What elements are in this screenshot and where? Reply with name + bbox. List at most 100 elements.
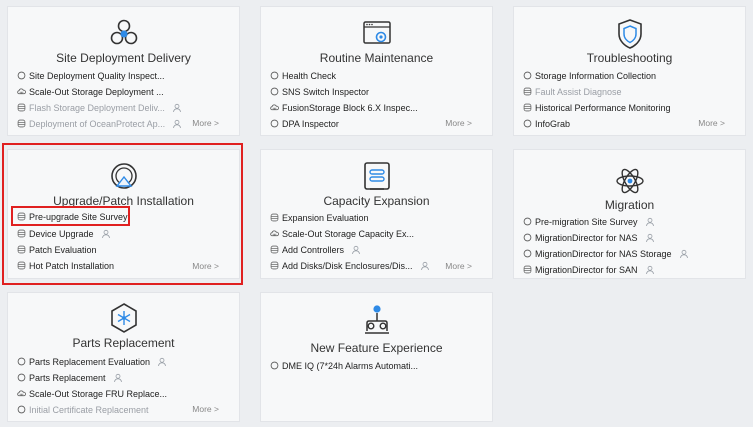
item-label: SNS Switch Inspector: [282, 86, 370, 97]
atom-icon: [613, 164, 647, 198]
item-label: Scale-Out Storage FRU Replace...: [29, 388, 168, 399]
item-label: Parts Replacement: [29, 372, 106, 383]
list-item-migrationdirector-san[interactable]: MigrationDirector for SAN: [523, 262, 655, 277]
list-item-historical-performance[interactable]: Historical Performance Monitoring: [523, 100, 671, 115]
person-icon: [172, 103, 182, 113]
person-icon: [172, 119, 182, 129]
item-label: MigrationDirector for NAS: [535, 232, 638, 243]
list-item-dme-iq[interactable]: DME IQ (7*24h Alarms Automati...: [270, 358, 418, 373]
item-label: MigrationDirector for SAN: [535, 264, 638, 275]
shield-icon: [613, 17, 647, 51]
item-label: Flash Storage Deployment Deliv...: [29, 102, 165, 113]
cloud-icon: [270, 229, 279, 238]
card-migration[interactable]: Migration Pre-migration Site Survey Migr…: [513, 149, 746, 279]
card-site-deployment-delivery[interactable]: Site Deployment Delivery Site Deployment…: [7, 6, 240, 136]
list-item-fault-assist-diagnose[interactable]: Fault Assist Diagnose: [523, 84, 622, 99]
list-item-oceanprotect-deployment[interactable]: Deployment of OceanProtect Ap...: [17, 116, 182, 131]
disk-icon: [17, 103, 26, 112]
cloud-icon: [17, 389, 26, 398]
list-item-storage-info-collection[interactable]: Storage Information Collection: [523, 68, 656, 83]
list-item-migrationdirector-nas[interactable]: MigrationDirector for NAS: [523, 230, 655, 245]
person-icon: [113, 373, 123, 383]
more-link[interactable]: More >: [445, 261, 472, 271]
list-item-health-check[interactable]: Health Check: [270, 68, 336, 83]
item-label: Health Check: [282, 70, 337, 81]
circle-icon: [523, 217, 532, 226]
list-item-infograb[interactable]: InfoGrab: [523, 116, 570, 131]
hexagon-network-icon: [107, 17, 141, 51]
person-icon: [157, 357, 167, 367]
disk-icon: [523, 265, 532, 274]
circle-icon: [17, 373, 26, 382]
item-label: Parts Replacement Evaluation: [29, 356, 151, 367]
list-item-add-controllers[interactable]: Add Controllers: [270, 242, 361, 257]
item-label: Storage Information Collection: [535, 70, 657, 81]
disk-icon: [270, 261, 279, 270]
circle-icon: [17, 357, 26, 366]
card-new-feature-experience[interactable]: New Feature Experience DME IQ (7*24h Ala…: [260, 292, 493, 422]
item-label: Initial Certificate Replacement: [29, 404, 149, 415]
disk-icon: [523, 103, 532, 112]
more-link[interactable]: More >: [192, 404, 219, 414]
list-item-parts-replacement[interactable]: Parts Replacement: [17, 370, 123, 385]
list-item-sns-switch-inspector[interactable]: SNS Switch Inspector: [270, 84, 369, 99]
item-label: DPA Inspector: [282, 118, 339, 129]
list-item-flash-storage-deployment[interactable]: Flash Storage Deployment Deliv...: [17, 100, 182, 115]
more-link[interactable]: More >: [698, 118, 725, 128]
list-item-scale-out-deployment[interactable]: Scale-Out Storage Deployment ...: [17, 84, 164, 99]
list-item-expansion-evaluation[interactable]: Expansion Evaluation: [270, 210, 369, 225]
card-title: New Feature Experience: [310, 341, 443, 355]
list-item-initial-certificate-replacement[interactable]: Initial Certificate Replacement: [17, 402, 149, 417]
cloud-icon: [17, 87, 26, 96]
hexagon-snowflake-icon: [107, 301, 141, 335]
monitor-gear-icon: [360, 17, 394, 51]
circle-icon: [270, 71, 279, 80]
circle-icon: [270, 87, 279, 96]
card-parts-replacement[interactable]: Parts Replacement Parts Replacement Eval…: [7, 292, 240, 422]
list-item-dpa-inspector[interactable]: DPA Inspector: [270, 116, 339, 131]
person-icon: [679, 249, 689, 259]
circle-icon: [523, 233, 532, 242]
circle-icon: [270, 361, 279, 370]
card-title: Troubleshooting: [586, 51, 673, 65]
more-link[interactable]: More >: [192, 118, 219, 128]
list-item-site-deployment-quality[interactable]: Site Deployment Quality Inspect...: [17, 68, 165, 83]
network-hub-icon: [360, 303, 394, 337]
item-label: Fault Assist Diagnose: [535, 86, 622, 97]
person-icon: [351, 245, 361, 255]
item-label: FusionStorage Block 6.X Inspec...: [282, 102, 418, 113]
card-troubleshooting[interactable]: Troubleshooting Storage Information Coll…: [513, 6, 746, 136]
list-item-scale-out-capacity[interactable]: Scale-Out Storage Capacity Ex...: [270, 226, 414, 241]
item-label: DME IQ (7*24h Alarms Automati...: [282, 360, 419, 371]
item-label: Add Controllers: [282, 244, 345, 255]
person-icon: [645, 265, 655, 275]
item-label: MigrationDirector for NAS Storage: [535, 248, 672, 259]
item-label: Expansion Evaluation: [282, 212, 369, 223]
item-label: Scale-Out Storage Deployment ...: [29, 86, 164, 97]
card-title: Migration: [604, 198, 655, 212]
disk-icon: [270, 213, 279, 222]
card-capacity-expansion[interactable]: Capacity Expansion Expansion Evaluation …: [260, 149, 493, 279]
list-item-pre-migration-survey[interactable]: Pre-migration Site Survey: [523, 214, 655, 229]
card-title: Parts Replacement: [72, 336, 175, 350]
circle-icon: [523, 119, 532, 128]
item-label: Scale-Out Storage Capacity Ex...: [282, 228, 415, 239]
card-title: Routine Maintenance: [319, 51, 434, 65]
item-label: Site Deployment Quality Inspect...: [29, 70, 165, 81]
list-item-scale-out-fru-replace[interactable]: Scale-Out Storage FRU Replace...: [17, 386, 167, 401]
card-title: Capacity Expansion: [323, 194, 430, 208]
circle-icon: [17, 71, 26, 80]
circle-icon: [17, 405, 26, 414]
highlight-pre-upgrade-site-survey: [11, 206, 130, 226]
more-link[interactable]: More >: [445, 118, 472, 128]
person-icon: [645, 217, 655, 227]
list-item-add-disks[interactable]: Add Disks/Disk Enclosures/Dis...: [270, 258, 430, 273]
item-label: Deployment of OceanProtect Ap...: [29, 118, 166, 129]
disk-icon: [17, 119, 26, 128]
item-label: InfoGrab: [535, 118, 571, 129]
card-routine-maintenance[interactable]: Routine Maintenance Health Check SNS Swi…: [260, 6, 493, 136]
list-item-migrationdirector-nas-storage[interactable]: MigrationDirector for NAS Storage: [523, 246, 689, 261]
list-item-fusionstorage-inspector[interactable]: FusionStorage Block 6.X Inspec...: [270, 100, 418, 115]
item-label: Pre-migration Site Survey: [535, 216, 638, 227]
list-item-parts-replacement-evaluation[interactable]: Parts Replacement Evaluation: [17, 354, 167, 369]
